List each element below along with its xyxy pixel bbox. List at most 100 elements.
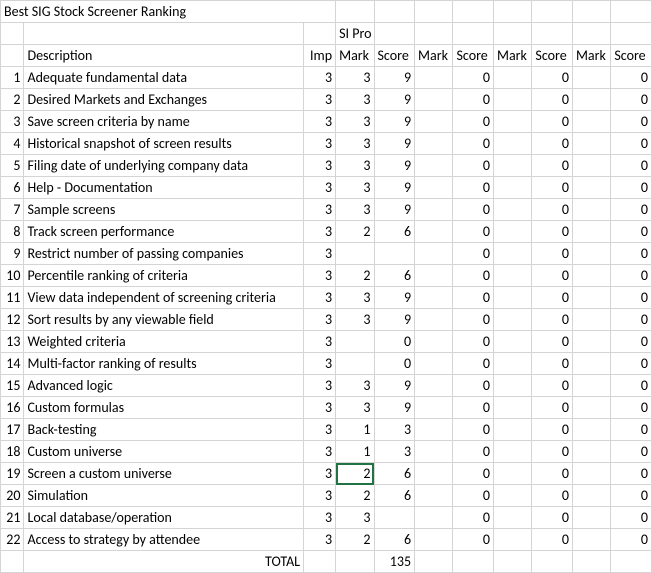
- row-mark-empty[interactable]: [415, 177, 453, 199]
- row-mark-empty[interactable]: [494, 529, 532, 551]
- row-mark-empty[interactable]: [415, 133, 453, 155]
- row-mark-empty[interactable]: [415, 243, 453, 265]
- row-mark-empty[interactable]: [494, 155, 532, 177]
- row-score-zero[interactable]: 0: [611, 353, 652, 375]
- row-score-zero[interactable]: 0: [453, 375, 494, 397]
- row-score-zero[interactable]: 0: [611, 529, 652, 551]
- row-mark-empty[interactable]: [572, 89, 610, 111]
- row-mark-empty[interactable]: [494, 199, 532, 221]
- row-score-zero[interactable]: 0: [532, 67, 573, 89]
- row-score-zero[interactable]: 0: [532, 507, 573, 529]
- row-mark[interactable]: 3: [336, 397, 374, 419]
- row-score[interactable]: 9: [374, 375, 415, 397]
- row-mark-empty[interactable]: [494, 287, 532, 309]
- row-mark[interactable]: 3: [336, 287, 374, 309]
- row-score-zero[interactable]: 0: [611, 463, 652, 485]
- row-score-zero[interactable]: 0: [453, 353, 494, 375]
- row-mark-empty[interactable]: [415, 353, 453, 375]
- row-mark-empty[interactable]: [415, 485, 453, 507]
- row-score-zero[interactable]: 0: [611, 309, 652, 331]
- row-score-zero[interactable]: 0: [453, 309, 494, 331]
- row-mark-empty[interactable]: [415, 155, 453, 177]
- row-imp[interactable]: 3: [304, 67, 336, 89]
- row-score-zero[interactable]: 0: [532, 441, 573, 463]
- row-imp[interactable]: 3: [304, 287, 336, 309]
- row-score-zero[interactable]: 0: [611, 287, 652, 309]
- row-mark-empty[interactable]: [494, 397, 532, 419]
- row-mark-empty[interactable]: [494, 507, 532, 529]
- row-mark-empty[interactable]: [494, 463, 532, 485]
- row-score-zero[interactable]: 0: [532, 199, 573, 221]
- row-mark[interactable]: 1: [336, 419, 374, 441]
- row-mark-empty[interactable]: [572, 507, 610, 529]
- row-imp[interactable]: 3: [304, 353, 336, 375]
- row-score-zero[interactable]: 0: [532, 397, 573, 419]
- row-score-zero[interactable]: 0: [453, 221, 494, 243]
- row-score-zero[interactable]: 0: [453, 507, 494, 529]
- row-score[interactable]: 9: [374, 287, 415, 309]
- row-mark-empty[interactable]: [494, 353, 532, 375]
- row-score-zero[interactable]: 0: [453, 463, 494, 485]
- row-score-zero[interactable]: 0: [532, 243, 573, 265]
- row-score[interactable]: 9: [374, 67, 415, 89]
- row-score[interactable]: 3: [374, 441, 415, 463]
- row-mark-empty[interactable]: [415, 507, 453, 529]
- row-score-zero[interactable]: 0: [453, 529, 494, 551]
- row-mark[interactable]: 3: [336, 133, 374, 155]
- row-score-zero[interactable]: 0: [532, 265, 573, 287]
- row-score-zero[interactable]: 0: [532, 331, 573, 353]
- row-mark-empty[interactable]: [415, 89, 453, 111]
- row-imp[interactable]: 3: [304, 243, 336, 265]
- row-mark-empty[interactable]: [415, 287, 453, 309]
- row-score-zero[interactable]: 0: [532, 287, 573, 309]
- row-mark-empty[interactable]: [494, 265, 532, 287]
- row-score-zero[interactable]: 0: [611, 375, 652, 397]
- row-score-zero[interactable]: 0: [532, 485, 573, 507]
- row-mark-empty[interactable]: [415, 111, 453, 133]
- row-mark-empty[interactable]: [572, 419, 610, 441]
- row-score-zero[interactable]: 0: [532, 529, 573, 551]
- row-imp[interactable]: 3: [304, 111, 336, 133]
- row-imp[interactable]: 3: [304, 177, 336, 199]
- row-mark-empty[interactable]: [572, 529, 610, 551]
- row-mark-empty[interactable]: [494, 243, 532, 265]
- row-mark[interactable]: 2: [336, 485, 374, 507]
- row-score[interactable]: 9: [374, 89, 415, 111]
- row-score[interactable]: 6: [374, 485, 415, 507]
- row-mark-empty[interactable]: [572, 463, 610, 485]
- row-score-zero[interactable]: 0: [453, 243, 494, 265]
- row-mark-empty[interactable]: [494, 67, 532, 89]
- row-score-zero[interactable]: 0: [453, 155, 494, 177]
- row-mark-empty[interactable]: [572, 67, 610, 89]
- row-score-zero[interactable]: 0: [611, 243, 652, 265]
- row-mark-empty[interactable]: [494, 177, 532, 199]
- row-score[interactable]: 6: [374, 529, 415, 551]
- row-score[interactable]: 9: [374, 199, 415, 221]
- row-score[interactable]: 0: [374, 353, 415, 375]
- row-mark-empty[interactable]: [415, 463, 453, 485]
- row-mark-empty[interactable]: [494, 89, 532, 111]
- row-mark[interactable]: 3: [336, 375, 374, 397]
- row-mark[interactable]: 2: [336, 463, 374, 485]
- row-score-zero[interactable]: 0: [453, 331, 494, 353]
- row-mark-empty[interactable]: [415, 265, 453, 287]
- row-score-zero[interactable]: 0: [611, 485, 652, 507]
- row-mark-empty[interactable]: [572, 353, 610, 375]
- row-score-zero[interactable]: 0: [532, 177, 573, 199]
- row-imp[interactable]: 3: [304, 463, 336, 485]
- row-score[interactable]: 9: [374, 177, 415, 199]
- row-score-zero[interactable]: 0: [611, 221, 652, 243]
- row-score-zero[interactable]: 0: [453, 67, 494, 89]
- row-score-zero[interactable]: 0: [611, 397, 652, 419]
- row-imp[interactable]: 3: [304, 265, 336, 287]
- row-score[interactable]: 9: [374, 133, 415, 155]
- row-score[interactable]: 9: [374, 155, 415, 177]
- row-score-zero[interactable]: 0: [532, 133, 573, 155]
- row-score[interactable]: 9: [374, 309, 415, 331]
- row-score-zero[interactable]: 0: [611, 111, 652, 133]
- row-score[interactable]: 0: [374, 331, 415, 353]
- row-score-zero[interactable]: 0: [453, 89, 494, 111]
- row-mark-empty[interactable]: [494, 309, 532, 331]
- row-score-zero[interactable]: 0: [611, 199, 652, 221]
- row-mark-empty[interactable]: [415, 199, 453, 221]
